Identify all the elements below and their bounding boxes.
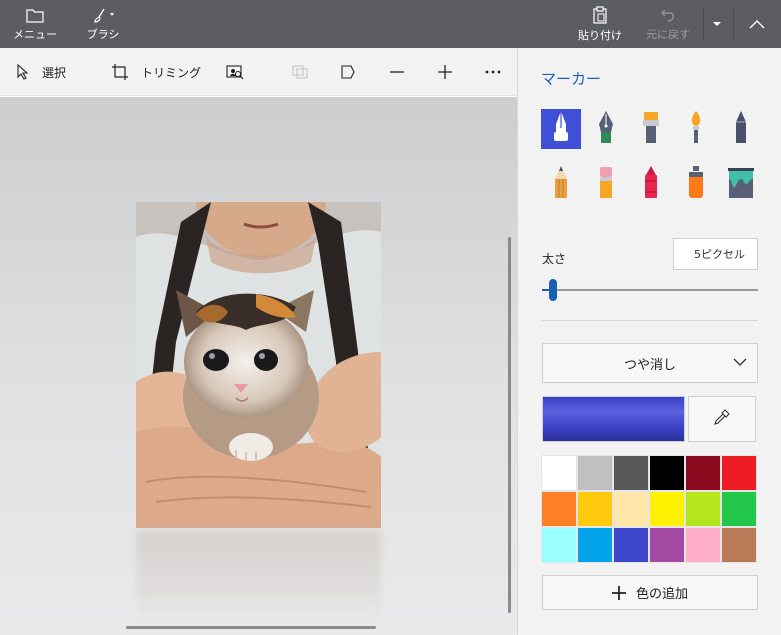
eraser-icon [596,165,616,203]
marker-icon [640,110,662,148]
calligraphy-pen-icon [550,110,572,148]
flag-tool[interactable] [340,48,356,96]
finish-dropdown[interactable]: つや消し [542,343,758,383]
history-dropdown-button[interactable] [707,0,727,48]
brush-icon [90,7,116,23]
paste-button[interactable]: 貼り付け [573,0,627,48]
spray-can-icon [685,165,707,203]
magic-select-tool[interactable] [226,48,244,96]
fountain-pen-button[interactable] [586,109,626,149]
color-swatch[interactable] [685,527,721,563]
crop-label: トリミング [141,65,202,80]
eyedropper-icon [713,408,731,430]
panel-title: マーカー [541,70,602,88]
color-swatch[interactable] [577,491,613,527]
oil-brush-icon [686,110,706,148]
fill-bucket-button[interactable] [721,164,761,204]
color-swatch[interactable] [613,491,649,527]
toolbar: 選択 トリミング [0,48,517,96]
color-swatch[interactable] [577,455,613,491]
oil-brush-button[interactable] [676,109,716,149]
fill-bucket-icon [727,165,755,203]
thickness-input[interactable]: 5ピクセル [673,238,758,270]
paste-icon [592,5,608,24]
stickers-tool[interactable] [292,48,308,96]
title-bar: メニュー ブラシ 貼り付け 元に戻す [0,0,781,48]
flag-icon [340,64,356,80]
thickness-label: 太さ [542,252,567,266]
collapse-ribbon-button[interactable] [740,0,774,48]
add-tool[interactable] [437,48,453,96]
crayon-dark-icon [732,110,750,148]
color-swatch[interactable] [685,455,721,491]
divider [733,9,734,39]
add-color-button[interactable]: 色の追加 [542,575,758,610]
crayon-dark-button[interactable] [721,109,761,149]
vertical-scrollbar[interactable] [508,237,511,613]
chevron-down-icon [712,21,722,27]
plus-icon [437,64,453,80]
color-swatch[interactable] [649,455,685,491]
color-swatch[interactable] [541,455,577,491]
crop-tool[interactable]: トリミング [111,48,201,96]
undo-label: 元に戻す [646,27,690,41]
more-button[interactable] [485,48,501,96]
brushes-panel: マーカー 太さ 5ピクセル つや消し 色の追加 [517,48,781,635]
finish-dropdown-value: つや消し [623,357,676,373]
color-swatch[interactable] [721,527,757,563]
minus-icon [389,64,405,80]
color-swatch[interactable] [649,491,685,527]
color-swatch[interactable] [685,491,721,527]
thickness-slider-track[interactable] [542,289,758,291]
color-swatch[interactable] [541,491,577,527]
chevron-up-icon [749,19,765,29]
color-palette [541,455,759,565]
spray-can-button[interactable] [676,164,716,204]
canvas-image[interactable] [136,202,381,528]
crayon-icon [641,165,661,203]
brush-button[interactable]: ブラシ [78,0,128,48]
thickness-slider-thumb[interactable] [549,279,557,301]
add-color-label: 色の追加 [635,587,688,602]
pencil-button[interactable] [541,164,581,204]
fountain-pen-icon [596,110,616,148]
panel-divider [542,320,758,321]
calligraphy-pen-button[interactable] [541,109,581,149]
stickers-icon [292,65,308,79]
brush-label: ブラシ [86,27,120,41]
canvas-reflection [136,530,381,625]
eyedropper-button[interactable] [688,396,756,442]
cursor-icon [16,64,30,80]
more-icon [485,70,501,74]
menu-button[interactable]: メニュー [12,0,58,48]
plus-icon [611,585,626,600]
eraser-button[interactable] [586,164,626,204]
color-swatch[interactable] [721,455,757,491]
color-swatch[interactable] [577,527,613,563]
undo-button[interactable]: 元に戻す [641,0,695,48]
magic-select-icon [226,64,244,80]
crop-icon [111,63,129,81]
color-swatch[interactable] [721,491,757,527]
paste-label: 貼り付け [578,28,622,42]
color-swatch[interactable] [541,527,577,563]
select-label: 選択 [42,65,67,80]
select-tool[interactable]: 選択 [16,48,66,96]
color-swatch[interactable] [649,527,685,563]
horizontal-scrollbar[interactable] [126,626,376,629]
crayon-button[interactable] [631,164,671,204]
menu-label: メニュー [13,27,57,41]
divider [703,9,704,39]
folder-icon [26,7,44,23]
chevron-down-icon [733,356,747,371]
undo-icon [660,7,676,23]
line-tool[interactable] [389,48,405,96]
marker-button[interactable] [631,109,671,149]
color-swatch[interactable] [613,455,649,491]
pencil-icon [552,165,570,203]
canvas-area[interactable] [0,97,517,635]
current-color-swatch[interactable] [542,396,685,442]
color-swatch[interactable] [613,527,649,563]
